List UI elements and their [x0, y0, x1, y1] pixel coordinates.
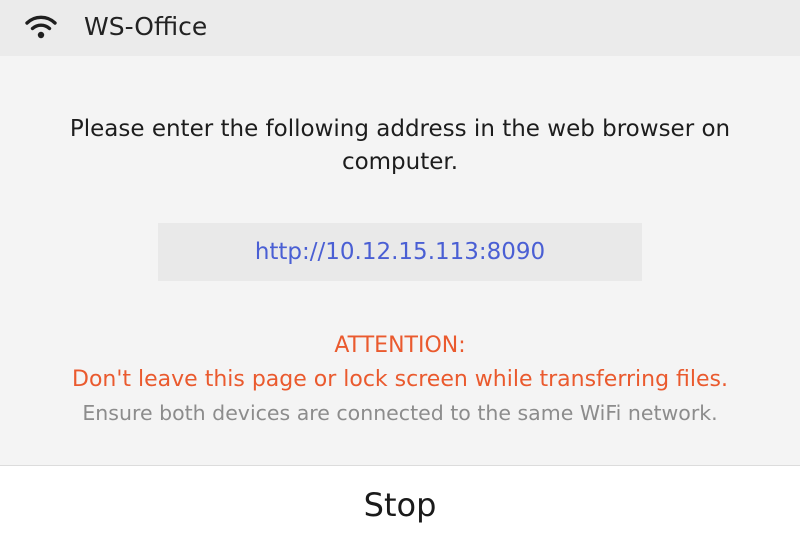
- attention-title: ATTENTION:: [334, 333, 466, 358]
- network-name: WS-Office: [84, 12, 208, 41]
- footer-bar: Stop: [0, 465, 800, 548]
- network-header: WS-Office: [0, 0, 800, 56]
- attention-note: Ensure both devices are connected to the…: [82, 401, 718, 425]
- stop-button[interactable]: Stop: [0, 466, 800, 548]
- address-link[interactable]: http://10.12.15.113:8090: [255, 239, 545, 265]
- attention-warning: Don't leave this page or lock screen whi…: [72, 367, 728, 392]
- instruction-text: Please enter the following address in th…: [69, 116, 731, 175]
- wifi-icon: [24, 12, 58, 42]
- address-box: http://10.12.15.113:8090: [158, 223, 642, 281]
